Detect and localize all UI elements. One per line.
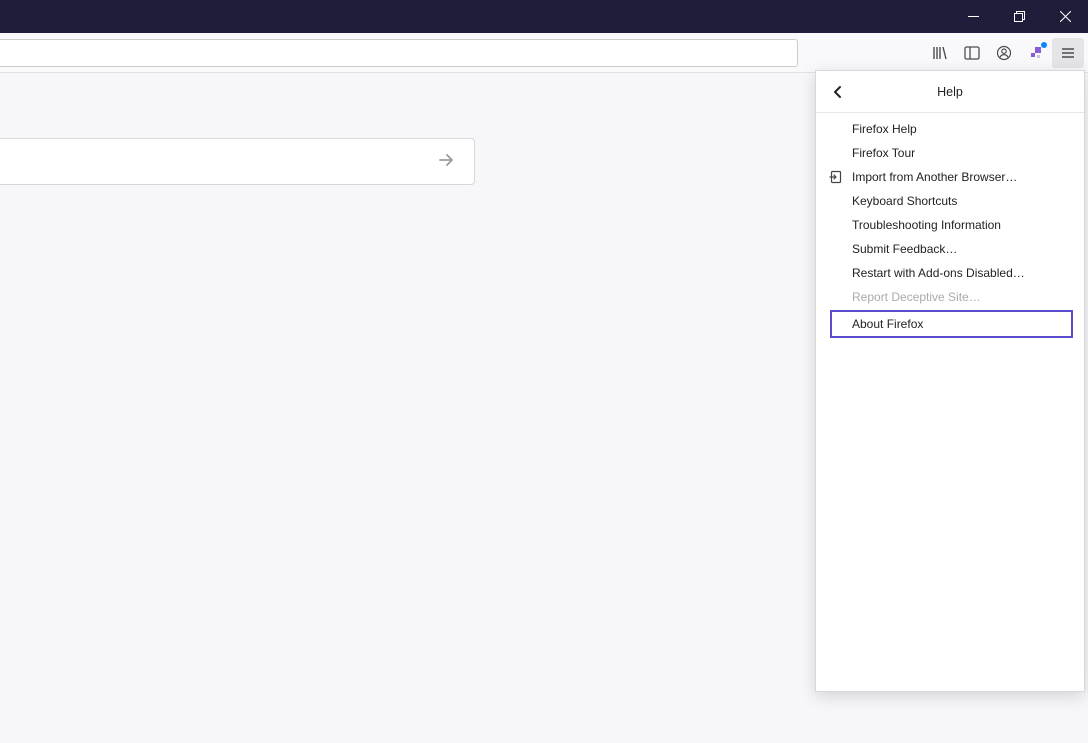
menu-item-label: About Firefox <box>852 317 923 331</box>
menu-item-label: Keyboard Shortcuts <box>852 194 957 208</box>
menu-item-label: Troubleshooting Information <box>852 218 1001 232</box>
hamburger-menu-button[interactable] <box>1052 38 1084 68</box>
help-menu: Help Firefox Help Firefox Tour Import fr… <box>815 70 1085 692</box>
menu-item-restart-addons-disabled[interactable]: Restart with Add-ons Disabled… <box>816 261 1084 285</box>
menu-item-label: Submit Feedback… <box>852 242 957 256</box>
menu-item-label: Import from Another Browser… <box>852 170 1017 184</box>
whatsnew-button[interactable] <box>1020 38 1052 68</box>
menu-item-keyboard-shortcuts[interactable]: Keyboard Shortcuts <box>816 189 1084 213</box>
menu-item-label: Firefox Tour <box>852 146 915 160</box>
close-button[interactable] <box>1042 0 1088 33</box>
menu-item-label: Firefox Help <box>852 122 917 136</box>
menu-item-submit-feedback[interactable]: Submit Feedback… <box>816 237 1084 261</box>
url-bar[interactable] <box>0 39 798 67</box>
back-button[interactable] <box>824 78 852 106</box>
menu-body: Firefox Help Firefox Tour Import from An… <box>816 113 1084 338</box>
import-icon <box>828 169 844 185</box>
menu-item-firefox-tour[interactable]: Firefox Tour <box>816 141 1084 165</box>
menu-item-about-firefox[interactable]: About Firefox <box>830 310 1073 338</box>
menu-item-label: Restart with Add-ons Disabled… <box>852 266 1025 280</box>
library-button[interactable] <box>924 38 956 68</box>
menu-header: Help <box>816 71 1084 113</box>
sidebar-button[interactable] <box>956 38 988 68</box>
menu-item-firefox-help[interactable]: Firefox Help <box>816 117 1084 141</box>
toolbar <box>0 33 1088 73</box>
menu-item-import-browser[interactable]: Import from Another Browser… <box>816 165 1084 189</box>
search-box[interactable] <box>0 138 475 185</box>
menu-item-label: Report Deceptive Site… <box>852 290 981 304</box>
notification-dot-icon <box>1041 42 1047 48</box>
menu-item-report-deceptive-site: Report Deceptive Site… <box>816 285 1084 309</box>
minimize-button[interactable] <box>950 0 996 33</box>
arrow-right-icon <box>436 150 456 173</box>
maximize-button[interactable] <box>996 0 1042 33</box>
toolbar-right <box>924 38 1084 68</box>
account-button[interactable] <box>988 38 1020 68</box>
menu-item-troubleshooting[interactable]: Troubleshooting Information <box>816 213 1084 237</box>
titlebar <box>0 0 1088 33</box>
menu-title: Help <box>816 85 1084 99</box>
